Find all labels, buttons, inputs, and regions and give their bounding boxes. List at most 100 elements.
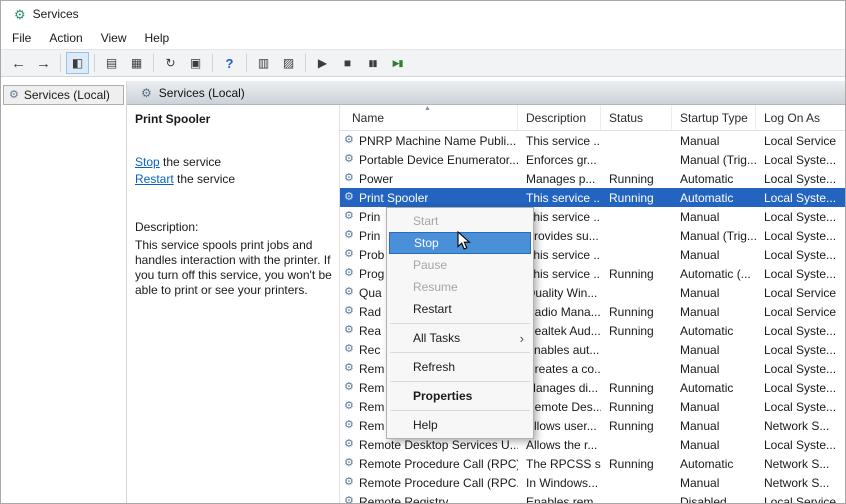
show-console-tree-icon: ◧ bbox=[72, 57, 83, 69]
pause-service-button[interactable]: ▮▮ bbox=[361, 52, 384, 74]
service-startup-type: Manual bbox=[672, 476, 756, 490]
service-name-cell: ⚙Print Spooler bbox=[340, 191, 518, 205]
menu-item-refresh[interactable]: Refresh bbox=[387, 356, 533, 378]
service-name: Remote Procedure Call (RPC... bbox=[359, 476, 518, 490]
menu-item-label: Refresh bbox=[413, 360, 455, 374]
service-log-on-as: Local Syste... bbox=[756, 153, 845, 167]
service-log-on-as: Local Syste... bbox=[756, 381, 845, 395]
service-description: This service ... bbox=[518, 191, 601, 205]
title-bar: ⚙ Services bbox=[1, 1, 845, 27]
properties-button[interactable]: ▦ bbox=[125, 52, 148, 74]
help-button[interactable]: ? bbox=[218, 52, 241, 74]
service-name: Prog bbox=[359, 267, 384, 281]
service-description: In Windows... bbox=[518, 476, 601, 490]
menu-item-pause: Pause bbox=[387, 254, 533, 276]
menu-action[interactable]: Action bbox=[40, 29, 91, 47]
menu-item-all-tasks[interactable]: All Tasks› bbox=[387, 327, 533, 349]
menu-item-label: Restart bbox=[413, 302, 452, 316]
service-log-on-as: Local Syste... bbox=[756, 248, 845, 262]
sort-asc-icon: ▲ bbox=[424, 105, 431, 112]
menu-item-restart[interactable]: Restart bbox=[387, 298, 533, 320]
service-startup-type: Manual bbox=[672, 210, 756, 224]
menu-item-label: Stop bbox=[414, 236, 439, 250]
service-name: Rem bbox=[359, 419, 384, 433]
column-header-description[interactable]: Description bbox=[518, 105, 601, 130]
service-row[interactable]: ⚙PowerManages p...RunningAutomaticLocal … bbox=[340, 169, 845, 188]
service-name: Rem bbox=[359, 400, 384, 414]
service-icon: ⚙ bbox=[344, 496, 359, 503]
toolbar-separator bbox=[246, 54, 247, 72]
restart-service-line: Restart the service bbox=[135, 172, 331, 186]
tree-item-services-local[interactable]: ⚙ Services (Local) bbox=[3, 85, 124, 105]
column-header-log-on-as[interactable]: Log On As bbox=[756, 105, 845, 130]
restart-service-button[interactable]: ▶▮ bbox=[386, 52, 409, 74]
service-log-on-as: Local Syste... bbox=[756, 267, 845, 281]
column-header-name-label: Name bbox=[352, 111, 384, 125]
service-name-cell: ⚙Remote Procedure Call (RPC) bbox=[340, 457, 518, 471]
service-log-on-as: Local Service bbox=[756, 305, 845, 319]
service-row[interactable]: ⚙PNRP Machine Name Publi...This service … bbox=[340, 131, 845, 150]
stop-service-link[interactable]: Stop bbox=[135, 155, 160, 169]
menu-item-label: Start bbox=[413, 214, 438, 228]
service-startup-type: Manual bbox=[672, 305, 756, 319]
service-icon: ⚙ bbox=[344, 173, 359, 184]
forward-button[interactable]: → bbox=[32, 52, 55, 74]
extended-view-button[interactable]: ▥ bbox=[252, 52, 275, 74]
service-row[interactable]: ⚙Remote RegistryEnables rem...DisabledLo… bbox=[340, 492, 845, 503]
service-status: Running bbox=[601, 400, 672, 414]
menu-file[interactable]: File bbox=[3, 29, 40, 47]
service-icon: ⚙ bbox=[344, 230, 359, 241]
toolbar-separator bbox=[212, 54, 213, 72]
menu-view[interactable]: View bbox=[92, 29, 136, 47]
menu-item-help[interactable]: Help bbox=[387, 414, 533, 436]
service-icon: ⚙ bbox=[344, 477, 359, 488]
menu-item-label: Properties bbox=[413, 389, 472, 403]
standard-view-button[interactable]: ▨ bbox=[277, 52, 300, 74]
refresh-icon: ↻ bbox=[165, 57, 175, 69]
back-button[interactable]: ← bbox=[7, 52, 30, 74]
service-name: Rea bbox=[359, 324, 381, 338]
service-row[interactable]: ⚙Remote Procedure Call (RPC)The RPCSS s.… bbox=[340, 454, 845, 473]
refresh-button[interactable]: ↻ bbox=[159, 52, 182, 74]
service-icon: ⚙ bbox=[344, 249, 359, 260]
export-list-button[interactable]: ▤ bbox=[100, 52, 123, 74]
show-console-tree-button[interactable]: ◧ bbox=[66, 52, 89, 74]
service-name: Remote Procedure Call (RPC) bbox=[359, 457, 518, 471]
service-description: Enables rem... bbox=[518, 495, 601, 504]
column-header-status[interactable]: Status bbox=[601, 105, 672, 130]
service-name-cell: ⚙Remote Procedure Call (RPC... bbox=[340, 476, 518, 490]
export-list-icon: ▤ bbox=[106, 57, 117, 69]
forward-icon: → bbox=[36, 56, 51, 71]
service-icon: ⚙ bbox=[344, 192, 359, 203]
menu-item-resume: Resume bbox=[387, 276, 533, 298]
toolbar-separator bbox=[305, 54, 306, 72]
tree-item-label: Services (Local) bbox=[24, 88, 110, 102]
content-header-title: Services (Local) bbox=[159, 86, 245, 100]
service-row[interactable]: ⚙Print SpoolerThis service ...RunningAut… bbox=[340, 188, 845, 207]
service-name-cell: ⚙Portable Device Enumerator... bbox=[340, 153, 518, 167]
service-name: Prin bbox=[359, 229, 380, 243]
service-log-on-as: Local Syste... bbox=[756, 343, 845, 357]
service-log-on-as: Network S... bbox=[756, 419, 845, 433]
service-log-on-as: Local Syste... bbox=[756, 362, 845, 376]
service-row[interactable]: ⚙Remote Procedure Call (RPC...In Windows… bbox=[340, 473, 845, 492]
service-log-on-as: Network S... bbox=[756, 457, 845, 471]
service-row[interactable]: ⚙Portable Device Enumerator...Enforces g… bbox=[340, 150, 845, 169]
column-header-name[interactable]: Name ▲ bbox=[340, 105, 518, 130]
service-description: Manages p... bbox=[518, 172, 601, 186]
menu-help[interactable]: Help bbox=[136, 29, 179, 47]
column-header-startup-type[interactable]: Startup Type bbox=[672, 105, 756, 130]
service-name-cell: ⚙Power bbox=[340, 172, 518, 186]
new-window-button[interactable]: ▣ bbox=[184, 52, 207, 74]
service-icon: ⚙ bbox=[344, 287, 359, 298]
service-name: Remote Desktop Services U... bbox=[359, 438, 518, 452]
new-window-icon: ▣ bbox=[190, 57, 201, 69]
stop-service-button[interactable]: ■ bbox=[336, 52, 359, 74]
restart-service-link[interactable]: Restart bbox=[135, 172, 174, 186]
menu-item-properties[interactable]: Properties bbox=[387, 385, 533, 407]
service-status: Running bbox=[601, 324, 672, 338]
service-log-on-as: Local Syste... bbox=[756, 229, 845, 243]
start-service-button[interactable]: ▶ bbox=[311, 52, 334, 74]
service-icon: ⚙ bbox=[344, 268, 359, 279]
service-icon: ⚙ bbox=[344, 458, 359, 469]
